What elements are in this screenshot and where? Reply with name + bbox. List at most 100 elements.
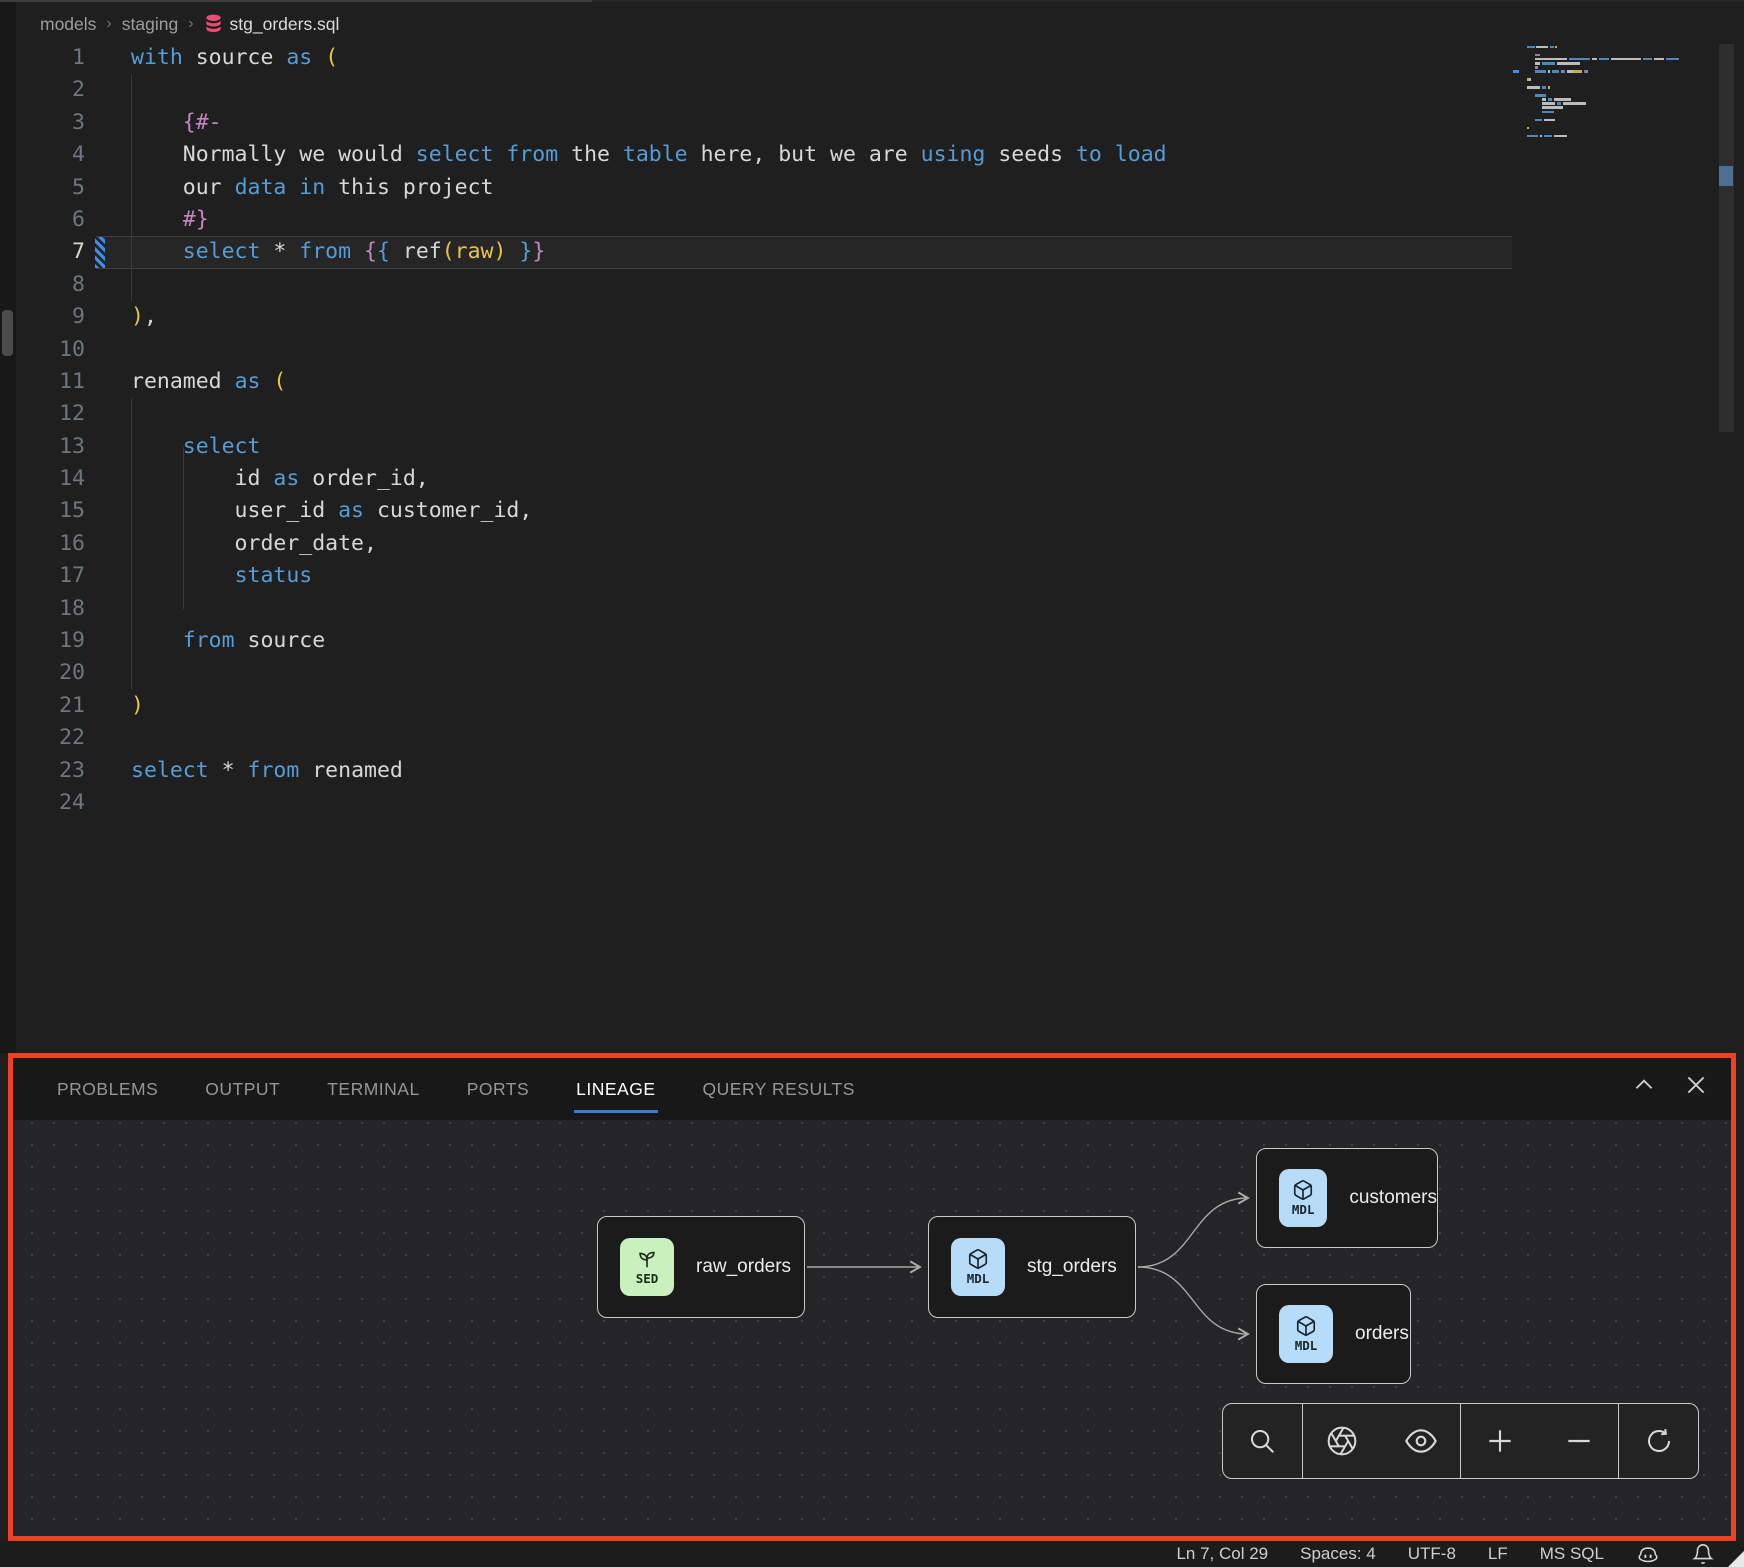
search-button[interactable] bbox=[1238, 1417, 1286, 1465]
line-number: 2 bbox=[16, 74, 85, 106]
line-number: 15 bbox=[16, 495, 85, 527]
line-number: 24 bbox=[16, 787, 85, 819]
minimap-line bbox=[1527, 78, 1717, 80]
gutter-gap bbox=[85, 755, 131, 787]
code-line: 14 id as order_id, bbox=[16, 463, 1512, 495]
code-text: ), bbox=[131, 301, 157, 333]
status-ln-7-col-29[interactable]: Ln 7, Col 29 bbox=[1176, 1544, 1268, 1564]
minimap-line bbox=[1527, 119, 1717, 121]
breadcrumb: models › staging › stg_orders.sql bbox=[40, 8, 339, 40]
tab-query-results[interactable]: QUERY RESULTS bbox=[703, 1079, 855, 1100]
status-spaces-4[interactable]: Spaces: 4 bbox=[1300, 1544, 1376, 1564]
badge-label: SED bbox=[636, 1271, 659, 1286]
activity-strip-handle[interactable] bbox=[2, 310, 13, 356]
code-line: 24 bbox=[16, 787, 1512, 819]
line-number: 16 bbox=[16, 528, 85, 560]
eye-button[interactable] bbox=[1397, 1417, 1445, 1465]
breadcrumb-file[interactable]: stg_orders.sql bbox=[204, 14, 340, 35]
code-text: user_id as customer_id, bbox=[131, 495, 532, 527]
plus-button[interactable] bbox=[1476, 1417, 1524, 1465]
lineage-canvas[interactable]: SEDraw_ordersMDLstg_ordersMDLcustomersMD… bbox=[13, 1120, 1731, 1536]
status-utf-8[interactable]: UTF-8 bbox=[1408, 1544, 1456, 1564]
lineage-node-stg_orders[interactable]: MDLstg_orders bbox=[928, 1216, 1136, 1318]
code-text: ) bbox=[131, 690, 144, 722]
tab-output[interactable]: OUTPUT bbox=[205, 1079, 280, 1100]
bottom-panel-highlighted: PROBLEMS OUTPUT TERMINAL PORTS LINEAGE QUERY … bbox=[8, 1053, 1736, 1541]
minimap-line bbox=[1527, 82, 1717, 84]
minimap[interactable] bbox=[1527, 46, 1717, 143]
line-number: 13 bbox=[16, 431, 85, 463]
minus-button[interactable] bbox=[1555, 1417, 1603, 1465]
toolbar-group bbox=[1302, 1404, 1460, 1478]
refresh-icon bbox=[1644, 1426, 1674, 1456]
lineage-node-customers[interactable]: MDLcustomers bbox=[1256, 1148, 1438, 1248]
minimap-line bbox=[1527, 66, 1717, 68]
gutter-gap bbox=[85, 269, 131, 301]
code-line: 15 user_id as customer_id, bbox=[16, 495, 1512, 527]
gutter-gap bbox=[85, 722, 131, 754]
status-lf[interactable]: LF bbox=[1488, 1544, 1508, 1564]
close-icon[interactable] bbox=[1683, 1072, 1709, 1098]
cube-badge: MDL bbox=[951, 1238, 1005, 1296]
minimap-line bbox=[1527, 98, 1717, 100]
code-line: 9), bbox=[16, 301, 1512, 333]
lineage-node-orders[interactable]: MDLorders bbox=[1256, 1284, 1411, 1384]
code-line: 7 select * from {{ ref(raw) }} bbox=[16, 236, 1512, 268]
breadcrumb-item-models[interactable]: models bbox=[40, 14, 96, 35]
line-number: 1 bbox=[16, 42, 85, 74]
code-text: Normally we would select from the table … bbox=[131, 139, 1167, 171]
code-line: 19 from source bbox=[16, 625, 1512, 657]
code-text: {#- bbox=[131, 107, 222, 139]
line-number: 12 bbox=[16, 398, 85, 430]
database-icon bbox=[204, 14, 223, 35]
code-editor[interactable]: 1with source as (23 {#-4 Normally we wou… bbox=[16, 42, 1512, 819]
code-text: with source as ( bbox=[131, 42, 338, 74]
gutter-gap bbox=[85, 787, 131, 819]
minimap-line bbox=[1527, 54, 1717, 56]
line-number: 11 bbox=[16, 366, 85, 398]
cube-badge: MDL bbox=[1279, 1169, 1327, 1227]
code-text: renamed as ( bbox=[131, 366, 286, 398]
status-ms-sql[interactable]: MS SQL bbox=[1540, 1544, 1604, 1564]
code-line: 8 bbox=[16, 269, 1512, 301]
gutter-gap bbox=[85, 301, 131, 333]
tab-bar-border bbox=[592, 0, 1744, 2]
gutter-gap bbox=[85, 204, 131, 236]
bell-icon[interactable] bbox=[1692, 1543, 1714, 1565]
gutter-gap bbox=[85, 172, 131, 204]
minimap-line bbox=[1527, 135, 1717, 137]
tab-problems[interactable]: PROBLEMS bbox=[57, 1079, 158, 1100]
minimap-line bbox=[1527, 111, 1717, 113]
seedling-badge: SED bbox=[620, 1238, 674, 1296]
badge-label: MDL bbox=[967, 1271, 990, 1286]
minimap-line bbox=[1527, 86, 1717, 88]
code-line: 11 renamed as ( bbox=[16, 366, 1512, 398]
aperture-button[interactable] bbox=[1318, 1417, 1366, 1465]
breadcrumb-item-staging[interactable]: staging bbox=[122, 14, 178, 35]
minimap-line bbox=[1527, 58, 1717, 60]
code-text: from source bbox=[131, 625, 325, 657]
chevron-up-icon[interactable] bbox=[1631, 1072, 1657, 1098]
scrollbar[interactable] bbox=[1719, 44, 1734, 432]
line-number: 14 bbox=[16, 463, 85, 495]
gutter-gap bbox=[85, 657, 131, 689]
copilot-icon[interactable] bbox=[1636, 1543, 1660, 1565]
code-text: #} bbox=[131, 204, 209, 236]
node-label: orders bbox=[1355, 1323, 1409, 1345]
refresh-button[interactable] bbox=[1635, 1417, 1683, 1465]
line-number: 10 bbox=[16, 334, 85, 366]
minimap-line bbox=[1527, 70, 1717, 72]
lineage-node-raw_orders[interactable]: SEDraw_orders bbox=[597, 1216, 805, 1318]
line-number: 8 bbox=[16, 269, 85, 301]
code-line: 22 bbox=[16, 722, 1512, 754]
line-number: 23 bbox=[16, 755, 85, 787]
minimap-line bbox=[1527, 94, 1717, 96]
tab-terminal[interactable]: TERMINAL bbox=[327, 1079, 419, 1100]
search-icon bbox=[1247, 1426, 1277, 1456]
code-line: 2 bbox=[16, 74, 1512, 106]
tab-lineage[interactable]: LINEAGE bbox=[576, 1079, 655, 1100]
tab-ports[interactable]: PORTS bbox=[467, 1079, 529, 1100]
line-number: 5 bbox=[16, 172, 85, 204]
activity-strip bbox=[0, 2, 16, 1053]
edge-stg_orders-to-orders bbox=[1138, 1267, 1248, 1334]
